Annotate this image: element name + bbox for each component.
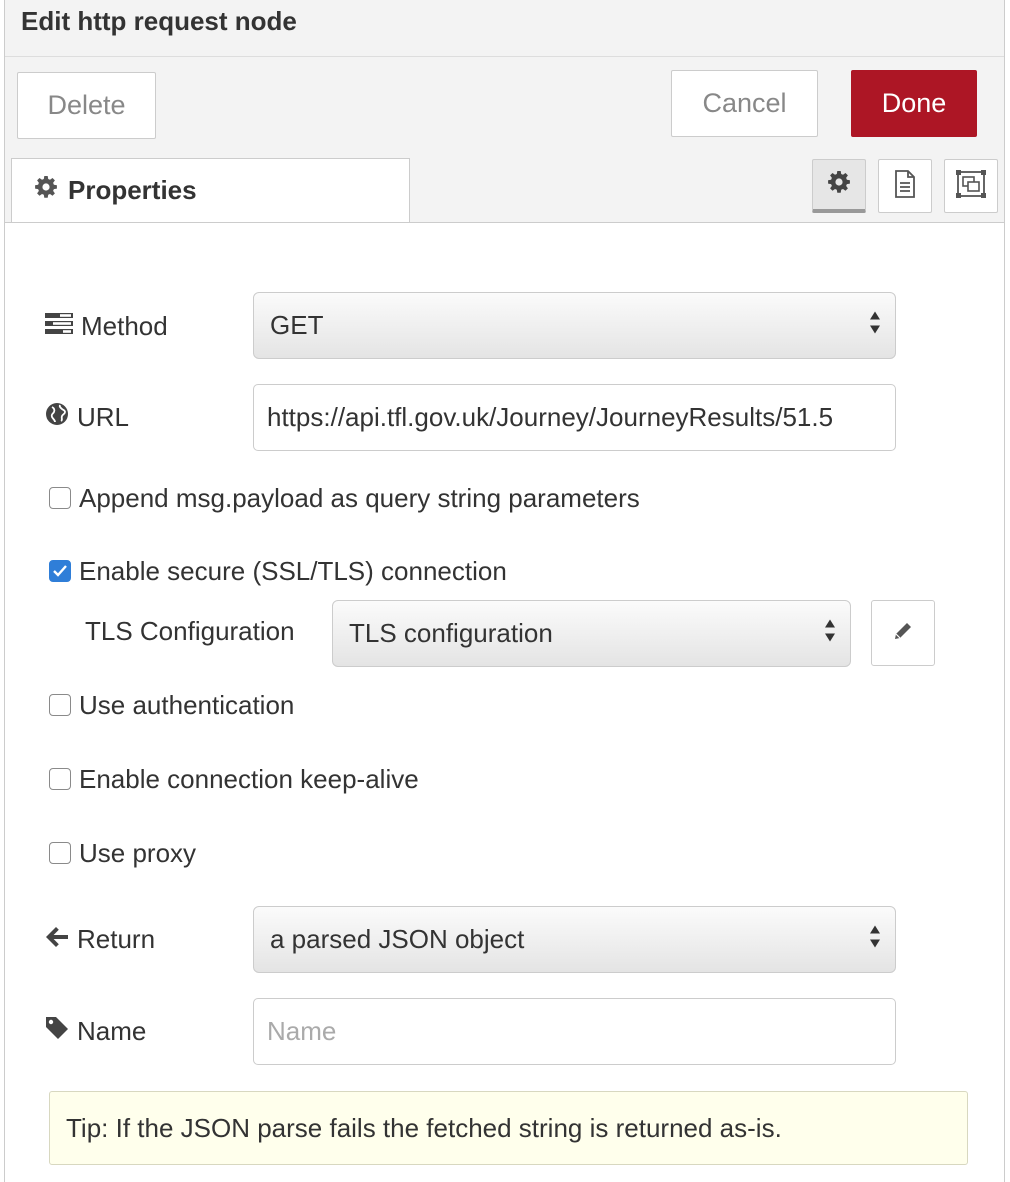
tip-text: Tip: If the JSON parse fails the fetched… bbox=[66, 1112, 782, 1143]
use-auth-label: Use authentication bbox=[79, 689, 295, 720]
return-label-group: Return bbox=[45, 919, 155, 959]
edit-dialog: Edit http request node Delete Cancel Don… bbox=[4, 0, 1005, 1182]
tab-description[interactable] bbox=[878, 159, 932, 213]
url-input[interactable]: https://api.tfl.gov.uk/Journey/JourneyRe… bbox=[253, 384, 896, 451]
return-label: Return bbox=[77, 923, 156, 954]
tls-config-label: TLS Configuration bbox=[85, 615, 295, 646]
return-select[interactable]: a parsed JSON object bbox=[253, 906, 896, 973]
append-payload-checkbox[interactable] bbox=[49, 487, 71, 509]
method-label-group: Method bbox=[45, 306, 168, 346]
use-proxy-checkbox[interactable] bbox=[49, 842, 71, 864]
delete-button[interactable]: Delete bbox=[17, 72, 156, 139]
name-label: Name bbox=[77, 1015, 147, 1046]
name-input[interactable]: Name bbox=[253, 998, 896, 1065]
arrow-left-icon bbox=[45, 924, 69, 955]
gear-icon bbox=[34, 175, 58, 206]
dialog-toolbar: Delete Cancel Done bbox=[5, 57, 1004, 152]
tab-icon-group bbox=[812, 159, 998, 213]
check-icon bbox=[53, 565, 67, 577]
keep-alive-label: Enable connection keep-alive bbox=[79, 763, 419, 794]
append-payload-row: Append msg.payload as query string param… bbox=[49, 478, 640, 518]
use-proxy-label: Use proxy bbox=[79, 837, 197, 868]
cancel-button[interactable]: Cancel bbox=[671, 70, 818, 137]
enable-tls-label: Enable secure (SSL/TLS) connection bbox=[79, 555, 507, 586]
tab-properties[interactable]: Properties bbox=[11, 158, 410, 222]
globe-icon bbox=[45, 402, 69, 433]
tasks-icon bbox=[45, 311, 73, 342]
dialog-title: Edit http request node bbox=[21, 6, 297, 36]
url-label-group: URL bbox=[45, 397, 129, 437]
pencil-icon bbox=[892, 620, 914, 647]
tab-appearance[interactable] bbox=[944, 159, 998, 213]
use-proxy-row: Use proxy bbox=[49, 833, 196, 873]
select-arrows-icon bbox=[824, 617, 836, 650]
object-group-icon bbox=[955, 169, 987, 204]
tag-icon bbox=[45, 1016, 69, 1047]
gear-icon bbox=[827, 170, 851, 199]
tls-edit-button[interactable] bbox=[871, 600, 935, 666]
tls-config-value: TLS configuration bbox=[349, 618, 553, 648]
tab-properties-label: Properties bbox=[68, 175, 197, 205]
select-arrows-icon bbox=[869, 923, 881, 956]
file-text-icon bbox=[893, 169, 917, 203]
use-auth-checkbox[interactable] bbox=[49, 694, 71, 716]
tab-settings[interactable] bbox=[812, 159, 866, 213]
keep-alive-row: Enable connection keep-alive bbox=[49, 759, 419, 799]
method-value: GET bbox=[270, 310, 324, 340]
return-value: a parsed JSON object bbox=[270, 924, 525, 954]
enable-tls-row: Enable secure (SSL/TLS) connection bbox=[49, 551, 507, 591]
keep-alive-checkbox[interactable] bbox=[49, 768, 71, 790]
enable-tls-checkbox[interactable] bbox=[49, 560, 71, 582]
method-label: Method bbox=[81, 310, 168, 341]
tab-bar: Properties bbox=[5, 151, 1004, 223]
done-button[interactable]: Done bbox=[851, 70, 977, 137]
url-label: URL bbox=[77, 401, 130, 432]
tip-box: Tip: If the JSON parse fails the fetched… bbox=[49, 1091, 968, 1165]
method-select[interactable]: GET bbox=[253, 292, 896, 359]
use-auth-row: Use authentication bbox=[49, 685, 294, 725]
dialog-header: Edit http request node bbox=[5, 0, 1004, 57]
select-arrows-icon bbox=[869, 309, 881, 342]
name-label-group: Name bbox=[45, 1011, 146, 1051]
append-payload-label: Append msg.payload as query string param… bbox=[79, 482, 640, 513]
tls-config-select[interactable]: TLS configuration bbox=[332, 600, 851, 667]
